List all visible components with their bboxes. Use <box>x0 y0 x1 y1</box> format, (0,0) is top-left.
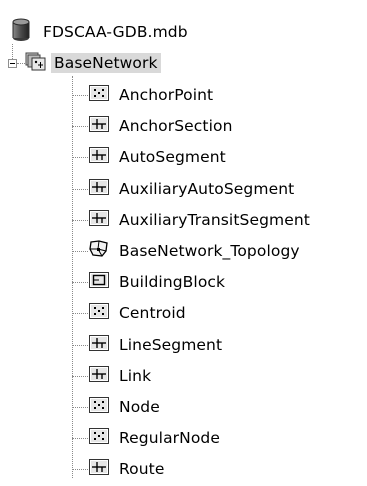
tree-guide-child <box>72 469 88 470</box>
tree-node-route[interactable]: Route <box>88 456 168 482</box>
tree-node-anchorpoint[interactable]: AnchorPoint <box>88 82 216 108</box>
tree-node-linesegment[interactable]: LineSegment <box>88 332 225 358</box>
tree-guide-child <box>72 126 88 127</box>
tree-node-label: Node <box>119 398 160 416</box>
tree-node-link[interactable]: Link <box>88 363 154 389</box>
tree-node-label: AuxiliaryAutoSegment <box>119 180 295 198</box>
tree-node-label: AnchorPoint <box>119 86 214 104</box>
line-feature-class-icon <box>88 364 110 388</box>
tree-node-auxiliaryautosegment[interactable]: AuxiliaryAutoSegment <box>88 176 297 202</box>
tree-node-label: AutoSegment <box>119 148 226 166</box>
tree-node-label: BaseNetwork <box>51 53 161 73</box>
tree-node-basenetwork-topology[interactable]: BaseNetwork_Topology <box>88 238 303 264</box>
collapse-toggle[interactable] <box>8 59 17 68</box>
tree-node-node[interactable]: Node <box>88 394 163 420</box>
tree-guide-child <box>72 376 88 377</box>
tree-node-dataset[interactable]: BaseNetwork <box>25 50 161 76</box>
tree-node-label: Route <box>119 460 165 478</box>
tree-guide-dataset <box>17 63 25 64</box>
tree-node-label: BaseNetwork_Topology <box>119 242 300 260</box>
feature-dataset-icon <box>25 50 47 76</box>
polygon-feature-class-icon <box>88 270 110 294</box>
tree-guide-child <box>72 95 88 96</box>
database-icon <box>12 18 30 46</box>
line-feature-class-icon <box>88 457 110 481</box>
tree-guide-child <box>72 189 88 190</box>
tree-node-regularnode[interactable]: RegularNode <box>88 425 223 451</box>
line-feature-class-icon <box>88 208 110 232</box>
tree-node-centroid[interactable]: Centroid <box>88 300 189 326</box>
line-feature-class-icon <box>88 145 110 169</box>
line-feature-class-icon <box>88 114 110 138</box>
tree-node-label: Centroid <box>119 304 186 322</box>
tree-node-label: RegularNode <box>119 429 221 447</box>
tree-guide-children <box>72 76 73 478</box>
tree-node-anchorsection[interactable]: AnchorSection <box>88 113 236 139</box>
point-feature-class-icon <box>88 395 110 419</box>
tree-node-label: FDSCAA-GDB.mdb <box>43 23 188 41</box>
line-feature-class-icon <box>88 177 110 201</box>
tree-guide-child <box>72 438 88 439</box>
tree-node-label: AuxiliaryTransitSegment <box>119 211 310 229</box>
catalog-tree: FDSCAA-GDB.mdb BaseNetwork AnchorPoint An… <box>0 0 367 486</box>
tree-guide-child <box>72 157 88 158</box>
tree-guide-child <box>72 313 88 314</box>
tree-node-buildingblock[interactable]: BuildingBlock <box>88 269 228 295</box>
tree-node-label: LineSegment <box>119 336 223 354</box>
tree-node-autosegment[interactable]: AutoSegment <box>88 144 229 170</box>
tree-node-root[interactable]: FDSCAA-GDB.mdb <box>12 18 191 46</box>
tree-node-label: BuildingBlock <box>119 273 226 291</box>
topology-icon <box>88 239 110 263</box>
tree-node-label: Link <box>119 367 152 385</box>
tree-node-label: AnchorSection <box>119 117 233 135</box>
tree-guide-child <box>72 282 88 283</box>
tree-guide-child <box>72 251 88 252</box>
point-feature-class-icon <box>88 426 110 450</box>
tree-guide-child <box>72 345 88 346</box>
point-feature-class-icon <box>88 301 110 325</box>
tree-guide-child <box>72 407 88 408</box>
tree-node-auxiliarytransitsegment[interactable]: AuxiliaryTransitSegment <box>88 207 313 233</box>
line-feature-class-icon <box>88 333 110 357</box>
tree-guide-child <box>72 220 88 221</box>
point-feature-class-icon <box>88 83 110 107</box>
